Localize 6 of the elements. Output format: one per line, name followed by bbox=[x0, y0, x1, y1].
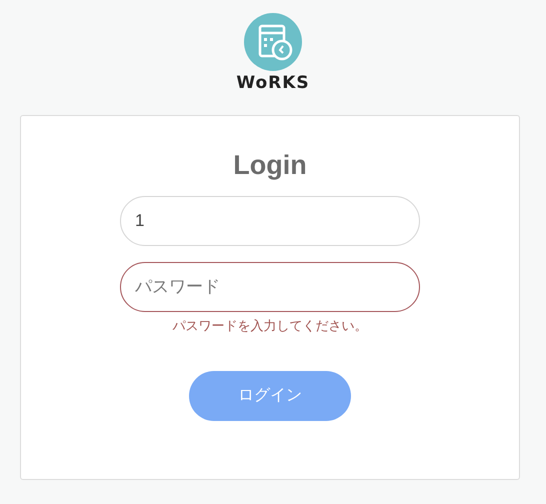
calendar-clock-logo-icon bbox=[244, 13, 302, 71]
login-title: Login bbox=[233, 149, 307, 182]
error-message: パスワードを入力してください。 bbox=[172, 317, 368, 335]
password-field[interactable]: パスワード bbox=[120, 262, 420, 312]
username-field[interactable]: 1 bbox=[120, 196, 420, 246]
logo-text: WoRKS bbox=[236, 73, 310, 93]
